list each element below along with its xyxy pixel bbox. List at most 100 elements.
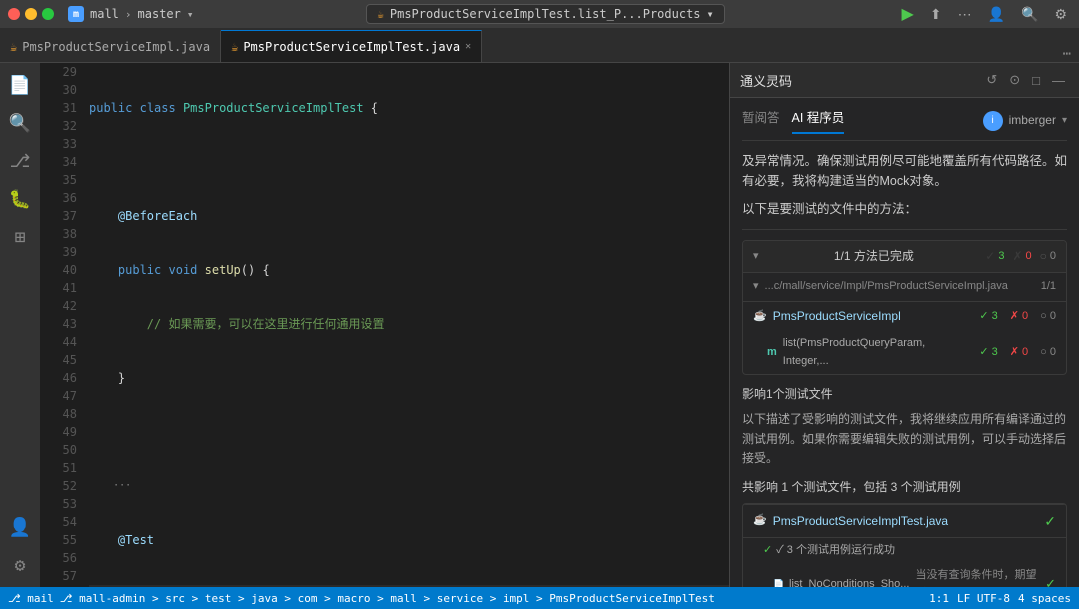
- tab-more-button[interactable]: ⋯: [1055, 46, 1079, 62]
- tab-pmsproductserviceimpl[interactable]: ☕ PmsProductServiceImpl.java: [0, 30, 221, 62]
- activity-bar: 📄 🔍 ⎇ 🐛 ⊞ 👤 ⚙: [0, 63, 40, 587]
- ai-user-dropdown-icon[interactable]: ▾: [1062, 113, 1067, 129]
- tab-bar: ☕ PmsProductServiceImpl.java ☕ PmsProduc…: [0, 28, 1079, 63]
- branch-separator-icon: ›: [125, 8, 132, 21]
- ai-tab-programmer[interactable]: AI 程序员: [792, 108, 845, 134]
- activity-bottom1[interactable]: 👤: [2, 509, 38, 545]
- method-name: list(PmsProductQueryParam, Integer,...: [783, 335, 974, 370]
- ln-53: 53: [44, 495, 77, 513]
- more-button[interactable]: ⋯: [954, 4, 976, 25]
- branch-chevron-icon: ▾: [187, 8, 194, 21]
- maximize-window-btn[interactable]: [42, 8, 54, 20]
- ai-toolbar: ↺ ⊙ □ —: [982, 70, 1069, 90]
- status-encoding[interactable]: LF UTF-8: [957, 592, 1010, 605]
- ln-52: 52: [44, 477, 77, 495]
- ai-body-text2: 以下是要测试的文件中的方法：: [742, 199, 1067, 219]
- ai-test-file-item[interactable]: ☕ PmsProductServiceImplTest.java ✓: [743, 504, 1066, 537]
- ai-body-text1: 及异常情况。确保测试用例尽可能地覆盖所有代码路径。如有必要，我将构建适当的Moc…: [742, 151, 1067, 191]
- code-editor[interactable]: 29 30 31 32 33 34 35 36 37 38 39 40 41 4…: [40, 63, 729, 587]
- stat-red-count: 0: [1026, 248, 1032, 266]
- test-group-header[interactable]: ✓ ✓ 3 个测试用例运行成功: [743, 537, 1066, 564]
- status-branch[interactable]: ⎇ mail: [8, 592, 54, 605]
- ai-toolbar-btn4[interactable]: —: [1048, 71, 1069, 90]
- code-line-35: [89, 423, 729, 441]
- ln-45: 45: [44, 351, 77, 369]
- close-window-btn[interactable]: [8, 8, 20, 20]
- activity-explorer[interactable]: 📄: [2, 67, 38, 103]
- ai-toolbar-btn3[interactable]: □: [1028, 71, 1044, 90]
- ln-43: 43: [44, 315, 77, 333]
- test-group-label: ✓ 3 个测试用例运行成功: [776, 542, 1056, 560]
- status-indent[interactable]: 4 spaces: [1018, 592, 1071, 605]
- progress-chevron-icon: ▾: [753, 248, 759, 266]
- activity-search[interactable]: 🔍: [2, 105, 38, 141]
- minimize-window-btn[interactable]: [25, 8, 37, 20]
- ln-50: 50: [44, 441, 77, 459]
- ai-progress-section: ▾ 1/1 方法已完成 ✓ 3 ✗ 0 ○ 0: [742, 240, 1067, 375]
- code-lines[interactable]: public class PmsProductServiceImplTest {…: [85, 63, 729, 587]
- title-bar-center: ☕ PmsProductServiceImplTest.list_P...Pro…: [194, 4, 898, 24]
- activity-bottom2[interactable]: ⚙: [2, 547, 38, 583]
- editor-area: 29 30 31 32 33 34 35 36 37 38 39 40 41 4…: [40, 63, 729, 587]
- ln-40: 40: [44, 261, 77, 279]
- method-stat-grey: ○ 0: [1040, 344, 1056, 362]
- ai-toolbar-btn2[interactable]: ⊙: [1005, 70, 1024, 90]
- file-path-row[interactable]: ▾ ...c/mall/service/Impl/PmsProductServi…: [743, 272, 1066, 301]
- stat-green: ✓ 3: [985, 247, 1004, 266]
- ai-user-section: i imberger ▾: [983, 108, 1067, 134]
- java-file-icon: ☕: [377, 8, 384, 21]
- ai-user-avatar: i: [983, 111, 1003, 131]
- title-file-tab[interactable]: ☕ PmsProductServiceImplTest.list_P...Pro…: [366, 4, 725, 24]
- ai-divider1: [742, 229, 1067, 230]
- ln-32: 32: [44, 117, 77, 135]
- test1-file-icon: 📄: [773, 577, 783, 587]
- ai-tab-qanda[interactable]: 暂阅答: [742, 108, 780, 134]
- activity-git[interactable]: ⎇: [2, 143, 38, 179]
- branch-name[interactable]: master: [138, 7, 181, 21]
- status-breadcrumb: ⎇ mall-admin > src > test > java > com >…: [60, 592, 715, 605]
- code-line-37: @Test: [89, 531, 729, 549]
- ln-55: 55: [44, 531, 77, 549]
- stat-grey: ○ 0: [1040, 247, 1056, 266]
- status-position[interactable]: 1:1: [929, 592, 949, 605]
- activity-debug[interactable]: 🐛: [2, 181, 38, 217]
- ai-service-impl-item[interactable]: ☕ PmsProductServiceImpl ✓ 3 ✗ 0 ○ 0: [743, 301, 1066, 331]
- title-bar: m mall › master ▾ ☕ PmsProductServiceImp…: [0, 0, 1079, 28]
- ai-progress-header[interactable]: ▾ 1/1 方法已完成 ✓ 3 ✗ 0 ○ 0: [743, 241, 1066, 272]
- ai-impact-body: 以下描述了受影响的测试文件，我将继续应用所有编译通过的测试用例。如果你需要编辑失…: [742, 410, 1067, 468]
- ai-progress-stats: ✓ 3 ✗ 0 ○ 0: [985, 247, 1056, 266]
- user-button[interactable]: 👤: [984, 4, 1009, 25]
- code-line-33: // 如果需要，可以在这里进行任何通用设置: [89, 315, 729, 333]
- ln-58: 58: [44, 585, 77, 587]
- activity-extensions[interactable]: ⊞: [2, 219, 38, 255]
- ai-method-item[interactable]: m list(PmsProductQueryParam, Integer,...…: [743, 331, 1066, 374]
- test1-name: list_NoConditions_Sho...: [789, 576, 909, 587]
- run-button[interactable]: ▶: [898, 2, 918, 26]
- stat-grey-count: 0: [1050, 248, 1056, 266]
- ai-toolbar-btn1[interactable]: ↺: [982, 70, 1001, 90]
- title-bar-right: ▶ ⬆ ⋯ 👤 🔍 ⚙: [898, 2, 1071, 26]
- app-icon: m: [68, 6, 84, 22]
- tab-pmsproductserviceimpltest[interactable]: ☕ PmsProductServiceImplTest.java ✕: [221, 30, 482, 62]
- ln-35: 35: [44, 171, 77, 189]
- ai-impact-section: 影响1个测试文件 以下描述了受影响的测试文件，我将继续应用所有编译通过的测试用例…: [742, 385, 1067, 468]
- ln-38: 38: [44, 225, 77, 243]
- ai-username: imberger: [1009, 111, 1056, 130]
- ln-47: 47: [44, 387, 77, 405]
- ln-29: 29: [44, 63, 77, 81]
- code-line-32: public void setUp() {: [89, 261, 729, 279]
- global-search-button[interactable]: 🔍: [1017, 4, 1042, 25]
- settings-button[interactable]: ⚙: [1050, 4, 1071, 25]
- main-layout: 📄 🔍 ⎇ 🐛 ⊞ 👤 ⚙ 29 30 31 32 33 34 35 36 37: [0, 63, 1079, 587]
- test-item-1[interactable]: 📄 list_NoConditions_Sho... 当没有查询条件时，期望返回…: [743, 564, 1066, 587]
- ai-shared-title: 共影响 1 个测试文件，包括 3 个测试用例: [742, 478, 1067, 497]
- share-button[interactable]: ⬆: [926, 4, 946, 25]
- ln-42: 42: [44, 297, 77, 315]
- test-file-java-icon: ☕: [753, 512, 767, 530]
- test-file-check-icon[interactable]: ✓: [1044, 510, 1056, 532]
- app-name: mall: [90, 7, 119, 21]
- tab2-close-icon[interactable]: ✕: [465, 41, 471, 52]
- ln-31: 31: [44, 99, 77, 117]
- stat-red: ✗ 0: [1012, 247, 1031, 266]
- ln-39: 39: [44, 243, 77, 261]
